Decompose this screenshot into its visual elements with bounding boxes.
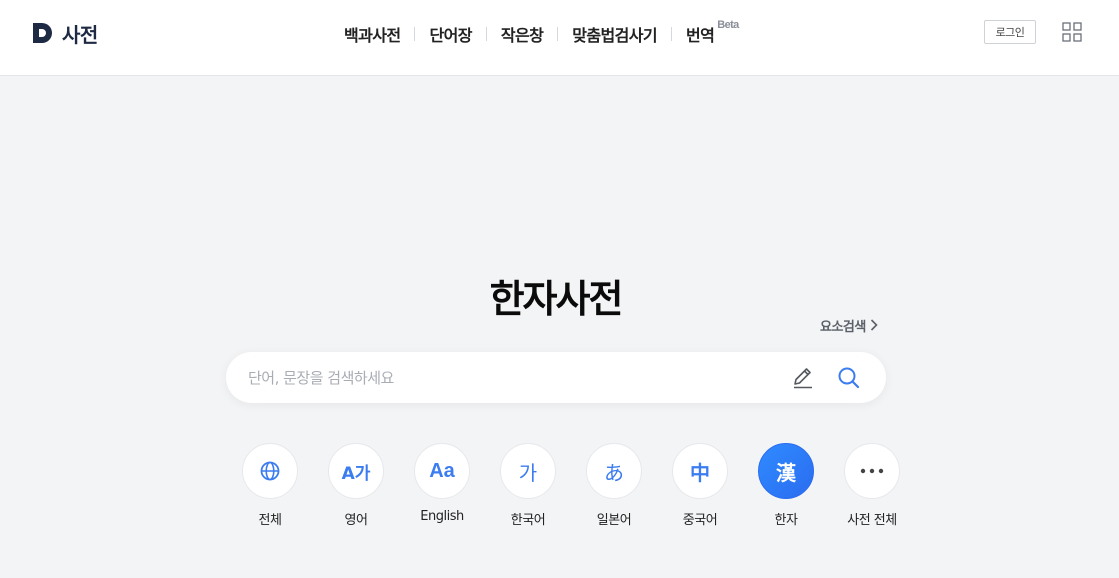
element-search-label: 요소검색	[820, 319, 866, 335]
logo-link[interactable]: 사전	[32, 18, 98, 48]
search-icon[interactable]	[836, 365, 862, 391]
nav-translate-label: 번역	[685, 26, 715, 45]
page-title: 한자사전	[489, 277, 624, 321]
chinese-icon: 中	[690, 460, 710, 485]
category-label: 사전 전체	[847, 513, 897, 528]
logo-text: 사전	[62, 22, 98, 47]
category-label: 일본어	[596, 513, 632, 528]
category-label: 한국어	[510, 513, 546, 528]
category-label: 한자	[774, 513, 798, 528]
japanese-icon: あ	[604, 460, 624, 485]
nav-mini-window[interactable]: 작은창	[493, 22, 551, 46]
element-search-link[interactable]: 요소검색	[820, 316, 878, 335]
category-label: 전체	[258, 513, 282, 528]
category-korean[interactable]: 가 한국어	[485, 443, 571, 528]
category-all-dictionaries-circle	[844, 443, 900, 499]
category-japanese[interactable]: あ 일본어	[571, 443, 657, 528]
english-korean-icon: A가	[341, 463, 371, 484]
daum-d-logo-icon	[33, 23, 52, 43]
beta-badge: Beta	[717, 19, 739, 31]
category-chinese-circle: 中	[672, 443, 728, 499]
app-grid-icon[interactable]	[1062, 22, 1082, 42]
nav-encyclopedia[interactable]: 백과사전	[336, 22, 408, 46]
category-japanese-circle: あ	[586, 443, 642, 499]
category-label: 영어	[344, 513, 368, 528]
category-english-korean[interactable]: A가 영어	[313, 443, 399, 528]
nav-divider	[414, 27, 416, 41]
english-icon: Aa	[429, 459, 455, 482]
category-korean-circle: 가	[500, 443, 556, 499]
category-english-korean-circle: A가	[328, 443, 384, 499]
more-icon	[860, 468, 884, 474]
category-hanja-circle: 漢	[758, 443, 814, 499]
nav-wordbook[interactable]: 단어장	[421, 22, 479, 46]
category-hanja[interactable]: 漢 한자	[743, 443, 829, 528]
category-english-circle: Aa	[414, 443, 470, 499]
chevron-right-icon	[870, 319, 878, 331]
header: 사전 백과사전 단어장 작은창 맞춤법검사기 번역 Beta 로그인	[0, 0, 1119, 76]
dictionary-categories: 전체 A가 영어 Aa English 가 한국어 あ 일본어 中 중국어 漢	[227, 443, 915, 528]
category-all[interactable]: 전체	[227, 443, 313, 528]
category-label: 중국어	[682, 513, 718, 528]
main-nav: 백과사전 단어장 작은창 맞춤법검사기 번역 Beta	[336, 19, 747, 48]
nav-divider	[670, 27, 672, 41]
login-button[interactable]: 로그인	[984, 20, 1036, 44]
category-label: English	[420, 509, 464, 524]
handwriting-pen-icon[interactable]	[790, 365, 816, 391]
category-english[interactable]: Aa English	[399, 443, 485, 528]
nav-spell-checker[interactable]: 맞춤법검사기	[564, 22, 665, 46]
globe-icon	[260, 461, 280, 481]
category-chinese[interactable]: 中 중국어	[657, 443, 743, 528]
korean-icon: 가	[518, 460, 538, 485]
search-box	[226, 352, 886, 403]
category-all-circle	[242, 443, 298, 499]
nav-divider	[557, 27, 559, 41]
nav-divider	[485, 27, 487, 41]
category-all-dictionaries[interactable]: 사전 전체	[829, 443, 915, 528]
nav-translate[interactable]: 번역 Beta	[678, 19, 747, 46]
hanja-icon: 漢	[776, 460, 796, 485]
search-input[interactable]	[248, 352, 788, 403]
